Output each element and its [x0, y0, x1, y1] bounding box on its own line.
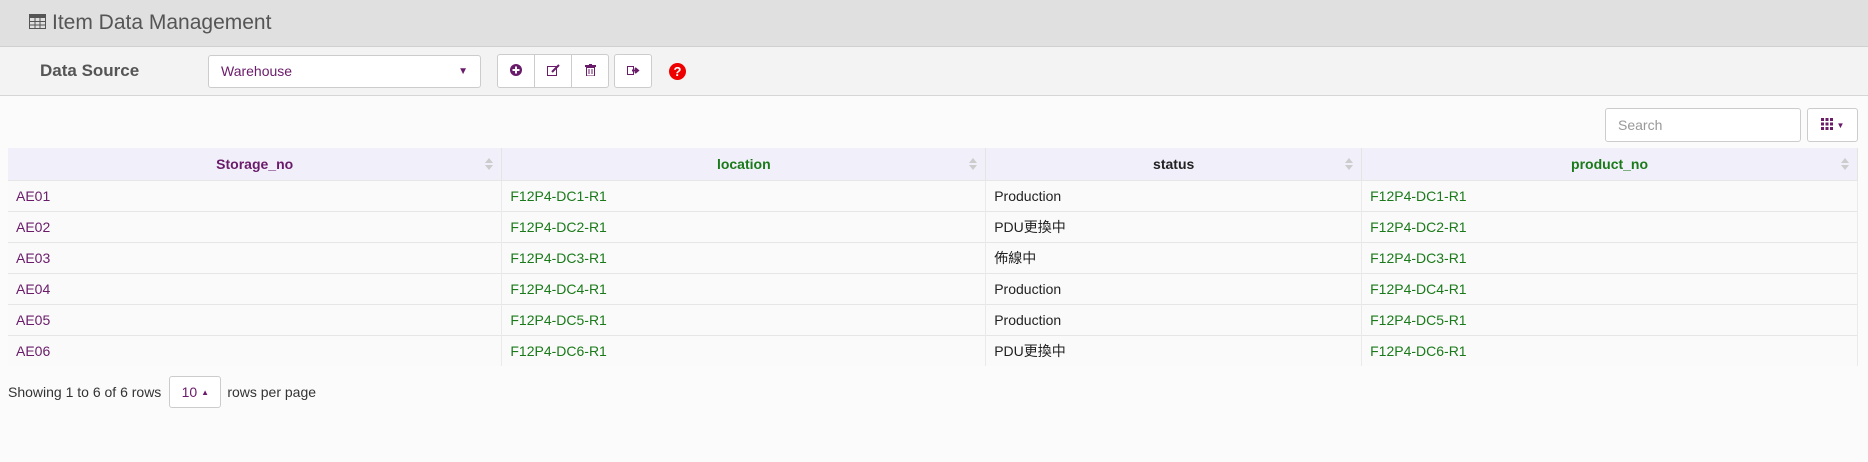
columns-toggle-button[interactable]: ▼ — [1807, 108, 1858, 142]
delete-button[interactable] — [571, 54, 609, 88]
search-input[interactable] — [1605, 108, 1801, 142]
grid-icon — [1820, 117, 1833, 133]
add-button[interactable] — [497, 54, 535, 88]
storage-no-cell: AE03 — [8, 241, 503, 273]
action-button-group — [497, 54, 609, 88]
column-label: product_no — [1571, 155, 1649, 172]
product-no-cell: F12P4-DC3-R1 — [1361, 241, 1858, 273]
location-cell: F12P4-DC3-R1 — [501, 241, 987, 273]
showing-rows-text: Showing 1 to 6 of 6 rows — [8, 384, 162, 400]
storage-no-cell: AE04 — [8, 272, 503, 304]
sort-icon — [1841, 157, 1849, 171]
product-no-cell: F12P4-DC6-R1 — [1361, 334, 1858, 366]
location-cell: F12P4-DC6-R1 — [501, 334, 987, 366]
page-size-dropdown[interactable]: 10 ▲ — [169, 376, 222, 408]
location-cell: F12P4-DC4-R1 — [501, 272, 987, 304]
export-icon — [626, 64, 640, 79]
product-no-cell: F12P4-DC2-R1 — [1361, 210, 1858, 242]
pagination-footer: Showing 1 to 6 of 6 rows 10 ▲ rows per p… — [8, 376, 1860, 408]
sort-icon — [485, 157, 494, 171]
location-cell: F12P4-DC1-R1 — [501, 179, 987, 211]
column-header-product-no[interactable]: product_no — [1361, 148, 1858, 180]
status-cell: 佈線中 — [985, 241, 1363, 273]
data-source-label: Data Source — [40, 61, 140, 80]
status-cell: Production — [985, 179, 1363, 211]
product-no-cell: F12P4-DC5-R1 — [1361, 303, 1858, 335]
caret-down-icon: ▼ — [1836, 120, 1845, 130]
column-label: Storage_no — [216, 155, 294, 172]
caret-down-icon: ▼ — [458, 65, 468, 77]
table-row[interactable]: AE06 F12P4-DC6-R1 PDU更換中 F12P4-DC6-R1 — [8, 334, 1858, 366]
table-row[interactable]: AE05 F12P4-DC5-R1 Production F12P4-DC5-R… — [8, 303, 1858, 335]
trash-icon — [584, 63, 596, 79]
storage-no-cell: AE02 — [8, 210, 503, 242]
table-header-row: Storage_no location status product_no — [8, 148, 1858, 180]
caret-up-icon: ▲ — [201, 387, 210, 397]
data-source-value: Warehouse — [221, 63, 293, 79]
storage-no-cell: AE06 — [8, 334, 503, 366]
product-no-cell: F12P4-DC4-R1 — [1361, 272, 1858, 304]
plus-circle-icon — [510, 63, 522, 79]
location-cell: F12P4-DC5-R1 — [501, 303, 987, 335]
export-button[interactable] — [614, 54, 652, 88]
table-row[interactable]: AE04 F12P4-DC4-R1 Production F12P4-DC4-R… — [8, 272, 1858, 304]
status-cell: Production — [985, 272, 1363, 304]
storage-no-cell: AE01 — [8, 179, 503, 211]
sort-icon — [969, 157, 978, 171]
edit-icon — [546, 63, 560, 79]
rows-per-page-label: rows per page — [227, 384, 317, 400]
status-cell: Production — [985, 303, 1363, 335]
column-header-storage-no[interactable]: Storage_no — [8, 148, 503, 180]
status-cell: PDU更換中 — [985, 334, 1363, 366]
toolbar: Data Source Warehouse ▼ ? — [0, 47, 1868, 96]
column-label: location — [716, 155, 771, 172]
data-source-select[interactable]: Warehouse ▼ — [208, 54, 481, 88]
help-icon[interactable]: ? — [669, 62, 686, 80]
table-icon — [29, 14, 46, 32]
page-header: Item Data Management — [0, 0, 1868, 47]
status-cell: PDU更換中 — [985, 210, 1363, 242]
product-no-cell: F12P4-DC1-R1 — [1361, 179, 1858, 211]
page-title: Item Data Management — [52, 11, 272, 34]
table-row[interactable]: AE03 F12P4-DC3-R1 佈線中 F12P4-DC3-R1 — [8, 241, 1858, 273]
edit-button[interactable] — [534, 54, 572, 88]
data-table: Storage_no location status product_no AE… — [8, 148, 1858, 366]
location-cell: F12P4-DC2-R1 — [501, 210, 987, 242]
table-toolbar: ▼ — [0, 96, 1868, 142]
column-header-status[interactable]: status — [985, 148, 1363, 180]
table-row[interactable]: AE02 F12P4-DC2-R1 PDU更換中 F12P4-DC2-R1 — [8, 210, 1858, 242]
page-size-value: 10 — [181, 384, 198, 400]
column-header-location[interactable]: location — [501, 148, 987, 180]
sort-icon — [1345, 157, 1354, 171]
table-row[interactable]: AE01 F12P4-DC1-R1 Production F12P4-DC1-R… — [8, 179, 1858, 211]
column-label: status — [1153, 155, 1195, 172]
storage-no-cell: AE05 — [8, 303, 503, 335]
